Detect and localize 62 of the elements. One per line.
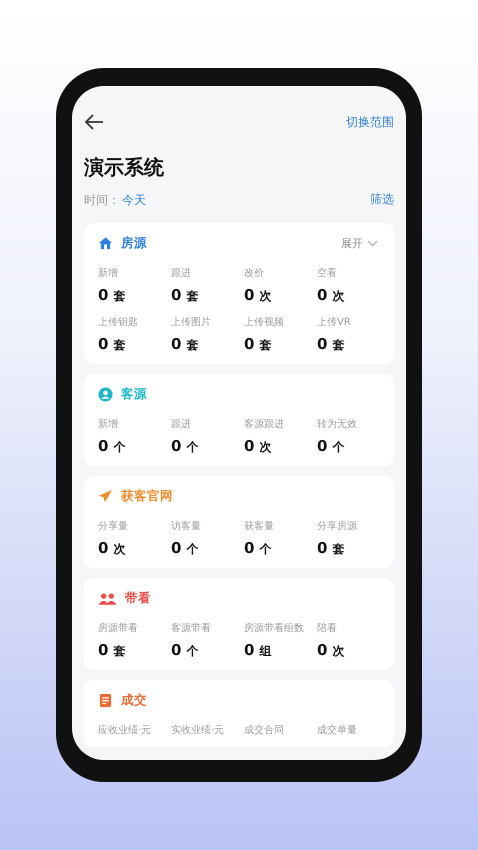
metric-label: 访客量 <box>171 520 202 533</box>
metric-value: 0 个 <box>98 437 127 456</box>
metric-value: 0 套 <box>98 335 127 354</box>
metric-label: 上传图片 <box>171 316 212 329</box>
metric-value: 0 个 <box>171 539 200 558</box>
filter-link[interactable]: 筛选 <box>370 190 394 208</box>
section-title: 带看 <box>125 590 151 607</box>
metric-label: 获客量 <box>244 520 275 533</box>
metric-label: 陪看 <box>317 622 338 635</box>
metric-label: 分享量 <box>98 520 129 533</box>
paper-plane-icon <box>98 489 113 504</box>
metric-label: 上传视频 <box>244 316 285 329</box>
metric-label: 房源带看组数 <box>244 622 305 635</box>
document-icon <box>98 693 113 708</box>
metric-value: 0 套 <box>98 641 127 660</box>
metric-value: 0 套 <box>317 335 346 354</box>
metric-value: 0 个 <box>171 641 200 660</box>
metric-value: 0 套 <box>171 335 200 354</box>
switch-scope-link[interactable]: 切换范围 <box>346 114 394 130</box>
metric-label: 改价 <box>244 267 265 280</box>
people-icon <box>98 592 117 606</box>
metric-label: 上传钥匙 <box>98 316 139 329</box>
metric-value: 0 个 <box>317 437 346 456</box>
section-title: 获客官网 <box>121 488 173 505</box>
metric-label: 转为无效 <box>317 418 358 431</box>
expand-toggle[interactable]: 展开 <box>341 236 378 251</box>
section-title: 客源 <box>121 386 147 403</box>
metric-label: 新增 <box>98 266 119 280</box>
metric-value: 0 组 <box>244 641 273 660</box>
section-title: 房源 <box>121 235 147 252</box>
user-icon <box>98 387 113 402</box>
metric-value: 0 次 <box>244 286 273 305</box>
metric-value: 0 次 <box>98 539 127 558</box>
metric-label: 成交合同 <box>244 724 285 737</box>
metric-value: 0 次 <box>244 437 273 456</box>
house-icon <box>98 236 113 251</box>
page-title: 演示系统 <box>84 154 165 181</box>
chevron-down-icon <box>367 240 378 247</box>
metric-label: 空看 <box>317 266 338 280</box>
back-button[interactable] <box>84 113 104 131</box>
metric-value: 0 个 <box>171 437 200 456</box>
metric-label: 新增 <box>98 418 119 431</box>
metric-value: 0 次 <box>317 641 346 660</box>
metric-label: 客源带看 <box>171 622 212 635</box>
metric-label: 上传VR <box>317 316 352 329</box>
metric-label: 应收业绩·元 <box>98 724 152 737</box>
metric-value: 0 套 <box>98 286 127 305</box>
metric-label: 房源带看 <box>98 622 139 635</box>
metric-label: 实收业绩·元 <box>171 724 226 737</box>
section-title: 成交 <box>121 692 147 709</box>
metric-value: 0 套 <box>171 286 200 305</box>
metric-value: 0 次 <box>317 286 346 305</box>
metric-label: 跟进 <box>171 418 192 431</box>
metric-label: 跟进 <box>171 266 192 280</box>
metric-value: 0 套 <box>317 539 346 558</box>
metric-label: 分享房源 <box>317 520 358 533</box>
metric-value: 0 个 <box>244 539 273 558</box>
time-value[interactable]: 今天 <box>122 193 146 207</box>
time-label: 时间： <box>84 193 120 207</box>
metric-label: 成交单量 <box>317 724 358 737</box>
metric-label: 客源跟进 <box>244 418 285 431</box>
metric-value: 0 套 <box>244 335 273 354</box>
